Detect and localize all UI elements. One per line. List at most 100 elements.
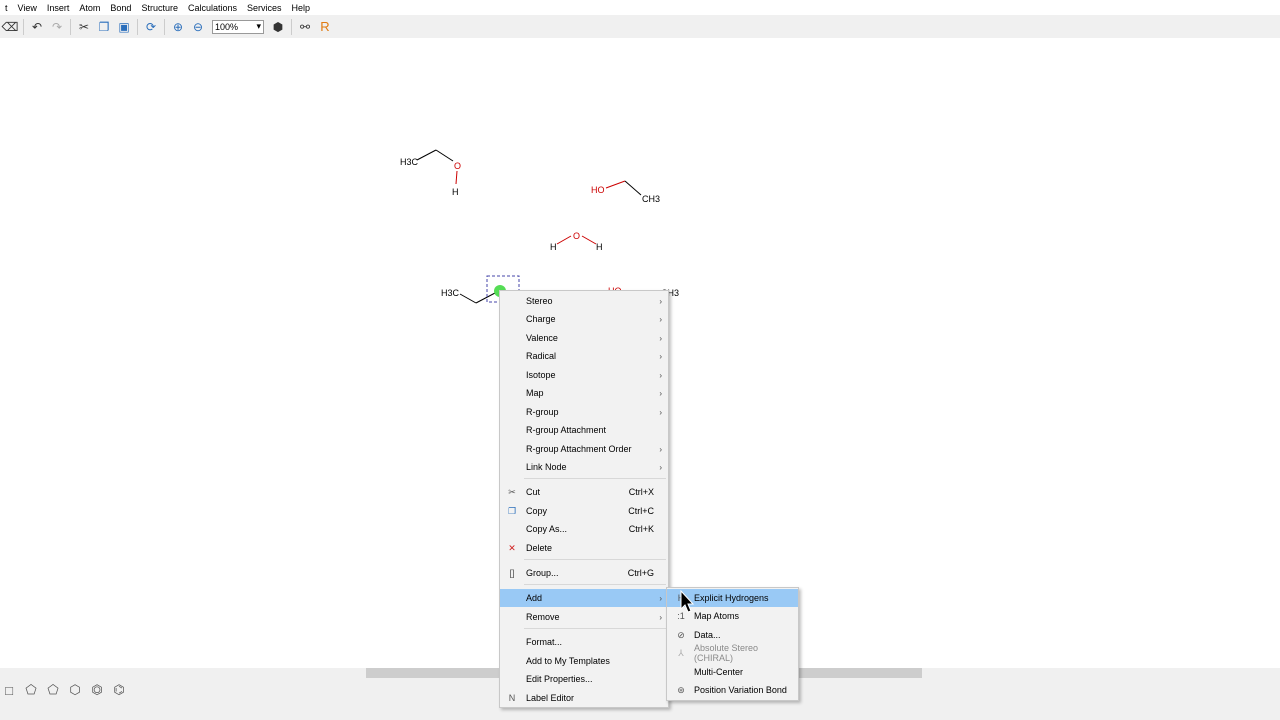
chevron-right-icon: › xyxy=(659,314,662,324)
toolbar: ⌫ ↶ ↷ ✂ ❐ ▣ ⟳ ⊕ ⊖ 100% ▾ ⬢ ⚯ R xyxy=(0,15,1280,38)
undo-icon[interactable]: ↶ xyxy=(27,18,47,36)
menu-item-r-group-attachment[interactable]: R-group Attachment xyxy=(500,421,668,439)
menu-item-edit-properties[interactable]: Edit Properties... xyxy=(500,670,668,688)
chevron-right-icon: › xyxy=(659,462,662,472)
menu-item-cut[interactable]: ✂ Cut Ctrl+X xyxy=(500,483,668,501)
chevron-right-icon: › xyxy=(659,593,662,603)
toolbar-separator xyxy=(70,18,71,35)
menu-item-remove[interactable]: Remove › xyxy=(500,608,668,626)
cut-icon: ✂ xyxy=(508,486,516,497)
atom-label: CH3 xyxy=(642,194,660,204)
menu-item-valence[interactable]: Valence › xyxy=(500,329,668,347)
toolbar-separator xyxy=(137,18,138,35)
paste-icon[interactable]: ▣ xyxy=(114,18,134,36)
menu-item-copy[interactable]: ❐ Copy Ctrl+C xyxy=(500,502,668,520)
chevron-right-icon: › xyxy=(659,333,662,343)
molecule-water: O H H xyxy=(550,231,603,252)
menu-separator xyxy=(524,478,666,479)
atom-label: H3C xyxy=(400,157,419,167)
copy-icon: ❐ xyxy=(507,505,517,516)
menu-item-format[interactable]: Format... xyxy=(500,633,668,651)
menu-separator xyxy=(524,559,666,560)
zoom-select[interactable]: 100% ▾ xyxy=(212,19,264,34)
pentagon-flat-icon[interactable]: ⬠ xyxy=(22,682,40,698)
menu-atom[interactable]: Atom xyxy=(74,3,105,13)
menu-separator xyxy=(524,628,666,629)
atom-label: O xyxy=(573,231,580,241)
menu-bond[interactable]: Bond xyxy=(105,3,136,13)
menu-item-add-to-templates[interactable]: Add to My Templates xyxy=(500,652,668,670)
atom-label: H xyxy=(596,242,603,252)
toolbar-separator xyxy=(164,18,165,35)
menu-file-partial[interactable]: t xyxy=(0,3,13,13)
menu-services[interactable]: Services xyxy=(242,3,287,13)
label-editor-icon: N xyxy=(508,693,516,703)
rotate-icon[interactable]: ⟳ xyxy=(141,18,161,36)
chevron-right-icon: › xyxy=(659,388,662,398)
submenu-item-multi-center[interactable]: Multi-Center xyxy=(667,663,798,681)
pentagon-icon[interactable]: ⬠ xyxy=(44,682,62,698)
stereo-icon: ⅄ xyxy=(678,647,684,658)
benzene-icon[interactable]: ⏣ xyxy=(88,682,106,698)
copy-icon[interactable]: ❐ xyxy=(94,18,114,36)
attachment-icon: ⊘ xyxy=(677,629,685,640)
menu-item-isotope[interactable]: Isotope › xyxy=(500,366,668,384)
chevron-right-icon: › xyxy=(659,444,662,454)
chevron-right-icon: › xyxy=(659,296,662,306)
r-group-label-button[interactable]: R xyxy=(315,18,335,36)
redo-icon[interactable]: ↷ xyxy=(47,18,67,36)
chevron-right-icon: › xyxy=(659,612,662,622)
zoom-in-icon[interactable]: ⊕ xyxy=(168,18,188,36)
menu-item-map[interactable]: Map › xyxy=(500,384,668,402)
atom-label: H xyxy=(550,242,557,252)
cut-icon[interactable]: ✂ xyxy=(74,18,94,36)
menu-item-copy-as[interactable]: Copy As... Ctrl+K xyxy=(500,520,668,538)
glasses-icon[interactable]: ⚯ xyxy=(295,18,315,36)
clean-icon[interactable]: ⬢ xyxy=(268,18,288,36)
context-menu: Stereo › Charge › Valence › Radical › Isotop… xyxy=(499,290,669,708)
zoom-out-icon[interactable]: ⊖ xyxy=(188,18,208,36)
atom-label: O xyxy=(454,161,461,171)
zoom-value: 100% xyxy=(215,21,239,32)
mouse-cursor-icon xyxy=(680,590,695,613)
square-shape-icon[interactable]: □ xyxy=(0,682,18,698)
chevron-right-icon: › xyxy=(659,351,662,361)
menu-bar: t View Insert Atom Bond Structure Calcul… xyxy=(0,0,1280,15)
chevron-down-icon: ▾ xyxy=(256,21,261,31)
delete-icon: ✕ xyxy=(508,542,516,553)
atom-label: H3C xyxy=(441,288,460,298)
hexagon-icon[interactable]: ⬡ xyxy=(66,682,84,698)
submenu-item-data[interactable]: ⊘ Data... xyxy=(667,626,798,644)
menu-item-charge[interactable]: Charge › xyxy=(500,310,668,328)
atom-label: H xyxy=(452,187,459,197)
shape-templates: □ ⬠ ⬠ ⬡ ⏣ ⌬ xyxy=(0,682,128,698)
menu-item-r-group-attachment-order[interactable]: R-group Attachment Order › xyxy=(500,440,668,458)
menu-separator xyxy=(524,584,666,585)
chevron-right-icon: › xyxy=(659,407,662,417)
menu-item-r-group[interactable]: R-group › xyxy=(500,403,668,421)
toolbar-separator xyxy=(291,18,292,35)
menu-item-delete[interactable]: ✕ Delete xyxy=(500,539,668,557)
molecule-ethanol-1: H3C O H xyxy=(400,149,461,197)
menu-view[interactable]: View xyxy=(13,3,42,13)
menu-item-stereo[interactable]: Stereo › xyxy=(500,292,668,310)
position-variation-icon: ⊛ xyxy=(677,684,685,695)
naphthalene-icon[interactable]: ⌬ xyxy=(110,682,128,698)
eraser-icon[interactable]: ⌫ xyxy=(0,18,20,36)
menu-structure[interactable]: Structure xyxy=(136,3,183,13)
menu-help[interactable]: Help xyxy=(287,3,316,13)
menu-item-group[interactable]: [] Group... Ctrl+G xyxy=(500,564,668,582)
menu-item-label-editor[interactable]: N Label Editor xyxy=(500,689,668,707)
group-icon: [] xyxy=(509,568,515,578)
menu-calculations[interactable]: Calculations xyxy=(183,3,242,13)
toolbar-separator xyxy=(23,18,24,35)
submenu-item-position-variation-bond[interactable]: ⊛ Position Variation Bond xyxy=(667,681,798,699)
submenu-item-absolute-stereo[interactable]: ⅄ Absolute Stereo (CHIRAL) xyxy=(667,643,798,663)
menu-insert[interactable]: Insert xyxy=(42,3,75,13)
menu-item-add[interactable]: Add › xyxy=(500,589,668,607)
molecule-ethanol-2: HO CH3 xyxy=(591,180,660,204)
chevron-right-icon: › xyxy=(659,370,662,380)
menu-item-link-node[interactable]: Link Node › xyxy=(500,458,668,476)
menu-item-radical[interactable]: Radical › xyxy=(500,347,668,365)
atom-label: HO xyxy=(591,185,605,195)
